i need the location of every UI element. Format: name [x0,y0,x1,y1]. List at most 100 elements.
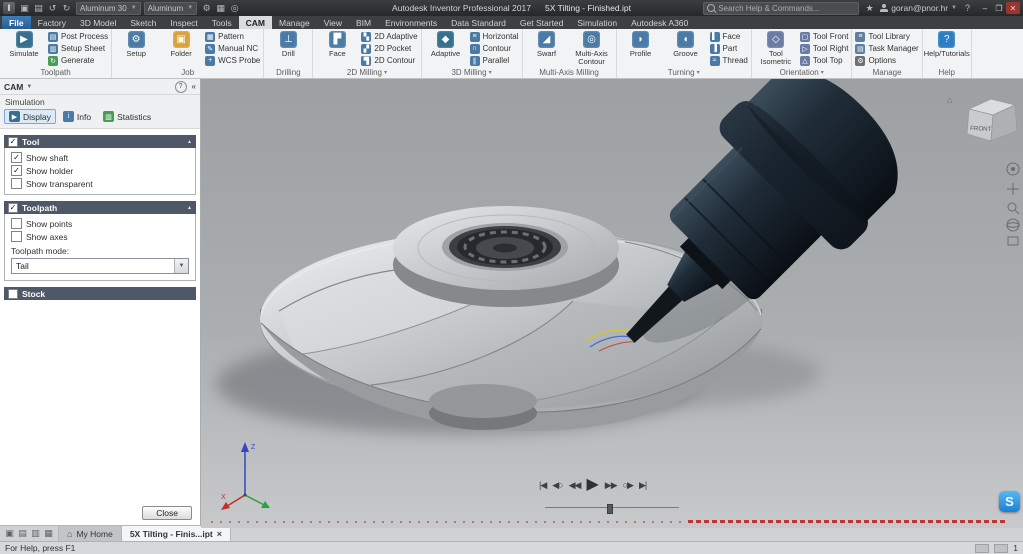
ribbon-tab-sketch[interactable]: Sketch [123,16,163,29]
save-icon[interactable]: ▣ [18,2,31,14]
viewport-3d[interactable]: ⌂ FRONT [201,79,1023,525]
folder-button[interactable]: ▣Folder [160,30,202,67]
minimize-button[interactable]: – [978,2,992,14]
thread-button[interactable]: ≈Thread [710,55,748,66]
face-button[interactable]: ▛Face [316,30,358,67]
cascade-windows-icon[interactable]: ▣ [4,528,15,539]
material-dropdown[interactable]: Aluminum 30▼ [76,2,141,15]
timeline-slider[interactable] [545,507,679,508]
collapse-chevron-icon[interactable]: ▲ [187,205,192,211]
swarf-button[interactable]: ◢Swarf [526,30,568,67]
2d-contour-button[interactable]: ▜2D Contour [361,55,417,66]
close-button[interactable]: Close [142,506,192,520]
show-holder-row[interactable]: Show holder [5,164,195,177]
panel-label-turning[interactable]: Turning [620,67,748,78]
group-header-tool[interactable]: Tool▲ [4,135,196,148]
timeline-handle[interactable] [607,504,613,514]
toolpath-mode-select[interactable]: Tail▼ [11,258,189,274]
ribbon-tab-get-started[interactable]: Get Started [513,16,570,29]
show-holder-checkbox[interactable] [11,165,22,176]
profile-button[interactable]: ◗Profile [620,30,662,67]
show-axes-checkbox[interactable] [11,231,22,242]
tool-isometric-button[interactable]: ◇Tool Isometric [755,30,797,67]
tile-vertical-icon[interactable]: ▥ [30,528,41,539]
ribbon-tab-factory[interactable]: Factory [31,16,73,29]
cam-panel-header[interactable]: CAM ▼ ? « [0,79,200,95]
show-axes-row[interactable]: Show axes [5,230,195,243]
rewind-button[interactable]: ◀◀ [567,480,583,491]
tool-top-button[interactable]: △Tool Top [800,55,849,66]
go-to-end-button[interactable]: ▶| [637,480,648,491]
groove-button[interactable]: ◖Groove [665,30,707,67]
panel-label-3d-milling[interactable]: 3D Milling [425,67,519,78]
ribbon-tab-data-standard[interactable]: Data Standard [444,16,513,29]
tool-front-button[interactable]: ▢Tool Front [800,31,849,42]
setup-button[interactable]: ⚙Setup [115,30,157,67]
post-process-button[interactable]: ▤Post Process [48,31,108,42]
redo-icon[interactable]: ↻ [60,2,73,14]
horizontal-button[interactable]: ≡Horizontal [470,31,519,42]
arrange-windows-icon[interactable]: ▦ [43,528,54,539]
ribbon-tab-tools[interactable]: Tools [205,16,239,29]
appearance-dropdown[interactable]: Aluminum▼ [144,2,198,15]
collapse-chevron-icon[interactable]: ▲ [187,139,192,145]
contour-button[interactable]: ∩Contour [470,43,519,54]
ribbon-tab-bim[interactable]: BIM [349,16,378,29]
ribbon-tab-inspect[interactable]: Inspect [163,16,204,29]
help-tutorials-button[interactable]: ?Help/Tutorials [926,30,968,67]
panel-help-icon[interactable]: ? [175,81,187,93]
help-icon[interactable]: ? [961,2,974,14]
stock-checkbox[interactable] [8,289,18,299]
favorites-star-icon[interactable]: ★ [863,2,876,14]
next-operation-button[interactable]: ○▶ [621,480,635,491]
multi-axis-contour-button[interactable]: ◎Multi-Axis Contour [571,30,613,67]
display-button[interactable]: ▶Display [4,109,56,124]
go-to-start-button[interactable]: |◀ [537,480,548,491]
statistics-button[interactable]: ▥Statistics [98,109,156,124]
panel-label-2d-milling[interactable]: 2D Milling [316,67,417,78]
show-shaft-checkbox[interactable] [11,152,22,163]
parallel-button[interactable]: ∥Parallel [470,55,519,66]
settings-icon[interactable]: ⚙ [200,2,213,14]
ribbon-tab-autodesk-a360[interactable]: Autodesk A360 [624,16,695,29]
simulate-button[interactable]: ▶Simulate [3,30,45,67]
messenger-icon[interactable]: S [999,491,1020,512]
pattern-button[interactable]: ▦Pattern [205,31,260,42]
appearance-icon[interactable]: ◎ [228,2,241,14]
show-points-row[interactable]: Show points [5,217,195,230]
group-header-stock[interactable]: Stock [4,287,196,300]
part-button[interactable]: ▐Part [710,43,748,54]
show-shaft-row[interactable]: Show shaft [5,151,195,164]
ribbon-tab-simulation[interactable]: Simulation [570,16,624,29]
play-button[interactable]: ▶ [584,478,600,492]
ribbon-tab-file[interactable]: File [2,16,31,29]
ribbon-tab-environments[interactable]: Environments [378,16,444,29]
ribbon-tab-3d-model[interactable]: 3D Model [73,16,123,29]
show-points-checkbox[interactable] [11,218,22,229]
close-tab-icon[interactable]: × [217,529,222,539]
show-transparent-checkbox[interactable] [11,178,22,189]
open-icon[interactable]: ▤ [32,2,45,14]
ribbon-tab-view[interactable]: View [317,16,349,29]
tool-checkbox[interactable] [8,137,18,147]
toolpath-checkbox[interactable] [8,203,18,213]
ribbon-tab-cam[interactable]: CAM [239,16,272,29]
group-header-toolpath[interactable]: Toolpath▲ [4,201,196,214]
tab-my-home[interactable]: ⌂ My Home [59,526,122,541]
adaptive-button[interactable]: ◆Adaptive [425,30,467,67]
generate-button[interactable]: ↻Generate [48,55,108,66]
2d-pocket-button[interactable]: ▞2D Pocket [361,43,417,54]
options-button[interactable]: ⚙Options [855,55,918,66]
ribbon-tab-manage[interactable]: Manage [272,16,317,29]
inventor-logo[interactable]: I [3,2,15,14]
info-button[interactable]: iInfo [58,109,96,124]
search-input[interactable]: Search Help & Commands... [703,2,859,15]
panel-label-orientation[interactable]: Orientation [755,67,849,78]
panel-collapse-icon[interactable]: « [192,82,196,91]
wcs-probe-button[interactable]: +WCS Probe [205,55,260,66]
2d-adaptive-button[interactable]: ▚2D Adaptive [361,31,417,42]
fast-forward-button[interactable]: ▶▶ [603,480,619,491]
undo-icon[interactable]: ↺ [46,2,59,14]
measure-icon[interactable]: ▦ [214,2,227,14]
task-manager-button[interactable]: ▤Task Manager [855,43,918,54]
